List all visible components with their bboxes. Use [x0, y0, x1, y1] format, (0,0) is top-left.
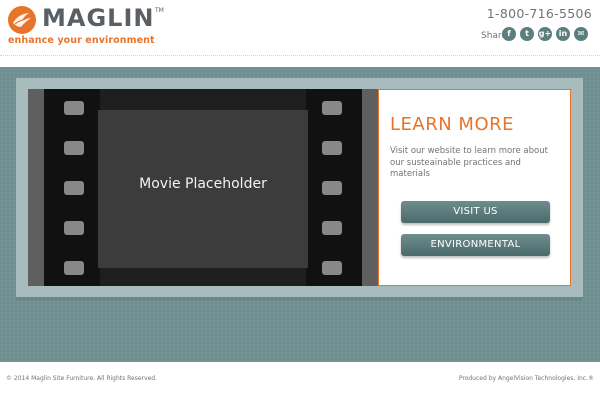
email-icon[interactable]: ✉: [574, 27, 588, 41]
sprocket-hole: [64, 181, 84, 195]
linkedin-icon[interactable]: in: [556, 27, 570, 41]
learn-more-title: LEARN MORE: [390, 114, 514, 135]
frame-shadow: [16, 297, 583, 301]
environmental-button[interactable]: ENVIRONMENTAL: [401, 234, 550, 256]
film-edge-right: [362, 89, 378, 286]
sprocket-hole: [322, 221, 342, 235]
google-plus-icon[interactable]: g+: [538, 27, 552, 41]
film-perforation-right: [306, 89, 362, 286]
learn-more-text: Visit our website to learn more about ou…: [390, 146, 548, 179]
phone-number[interactable]: 1-800-716-5506: [487, 6, 592, 21]
header-divider: [0, 55, 600, 56]
sprocket-hole: [322, 261, 342, 275]
movie-placeholder-label: Movie Placeholder: [139, 176, 267, 192]
film-perforation-left: [44, 89, 100, 286]
sprocket-hole: [64, 141, 84, 155]
sprocket-hole: [64, 101, 84, 115]
sprocket-hole: [64, 261, 84, 275]
film-edge-left: [28, 89, 44, 286]
copyright-text: © 2014 Maglin Site Furniture. All Rights…: [6, 375, 157, 382]
sprocket-hole: [322, 141, 342, 155]
sprocket-hole: [322, 101, 342, 115]
trademark-mark: TM: [155, 7, 164, 14]
sprocket-hole: [322, 181, 342, 195]
facebook-icon[interactable]: f: [502, 27, 516, 41]
brand-name[interactable]: MAGLIN: [42, 5, 154, 31]
visit-us-button[interactable]: VISIT US: [401, 201, 550, 223]
tagline: enhance your environment: [8, 35, 155, 46]
maglin-logo-icon[interactable]: [8, 6, 36, 34]
sprocket-hole: [64, 221, 84, 235]
twitter-icon[interactable]: t: [520, 27, 534, 41]
producer-credit[interactable]: Produced by AngelVision Technologies, In…: [459, 375, 594, 382]
